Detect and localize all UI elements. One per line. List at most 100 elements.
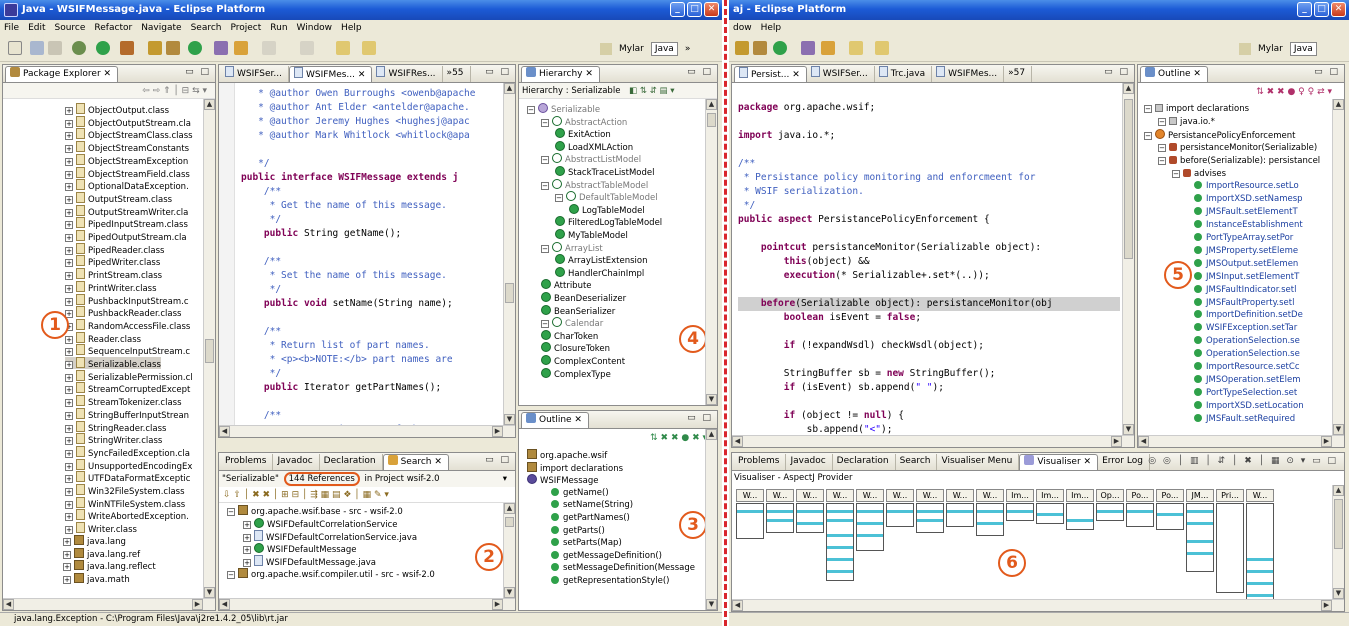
tab-visualiser-menu[interactable]: Visualiser Menu [937,454,1020,470]
open-perspective-icon[interactable] [1239,43,1251,55]
expand-icon[interactable]: + [243,545,251,554]
scroll-up-icon[interactable]: ▲ [204,99,215,110]
scroll-down-icon[interactable]: ▼ [1123,424,1134,435]
right-editor-hscroll[interactable]: ◀ ▶ [732,435,1134,447]
outline-item[interactable]: JMSOutput.setElemen [1194,258,1298,270]
close-icon[interactable]: ✕ [431,457,442,467]
new-icon[interactable] [8,41,22,55]
visualiser-column-label[interactable]: W... [976,489,1004,502]
minimize-icon[interactable]: _ [670,2,685,17]
back-icon[interactable] [336,41,350,55]
visualiser-vscroll[interactable]: ▲ ▼ [1332,485,1344,599]
scroll-left-icon[interactable]: ◀ [3,599,14,610]
menu-item-navigate[interactable]: Navigate [141,20,181,36]
expand-icon[interactable]: + [65,462,73,471]
search-vscroll[interactable]: ▲ ▼ [503,503,515,598]
visualiser-column-label[interactable]: W... [856,489,884,502]
more-perspectives-icon[interactable]: » [682,43,694,55]
expand-icon[interactable]: + [65,399,73,408]
scroll-down-icon[interactable]: ▼ [1333,588,1344,599]
outline-item[interactable]: getName() [551,487,609,499]
tab-javadoc[interactable]: Javadoc [273,454,320,470]
expand-icon[interactable]: − [227,571,235,579]
external-tools-icon[interactable] [120,41,134,55]
visualiser-column-bar[interactable] [1216,503,1244,593]
close-icon[interactable]: ✕ [1331,2,1346,17]
outline-item[interactable]: OperationSelection.se [1194,335,1300,347]
menu-item-run[interactable]: Run [270,20,287,36]
outline-item[interactable]: OperationSelection.se [1194,348,1300,360]
prev-annotation-icon[interactable] [300,41,314,55]
maximize-icon[interactable]: □ [687,2,702,17]
hierarchy-item[interactable]: ComplexContent [541,355,625,367]
expand-icon[interactable]: + [63,575,71,584]
outline-item[interactable]: JMSProperty.setEleme [1194,245,1298,257]
outline-item[interactable]: − before(Serializable): persistancel [1158,155,1320,167]
left-editor-hscroll[interactable]: ◀ ▶ [219,425,515,437]
outline-item[interactable]: PortTypeArray.setPor [1194,232,1293,244]
collapse-icon[interactable]: − [1158,117,1166,126]
tab-package-explorer[interactable]: Package Explorer ✕ [5,66,119,82]
hierarchy-item[interactable]: − AbstractListModel [541,153,641,165]
visualiser-column-bar[interactable] [1126,503,1154,527]
collapse-icon[interactable]: − [1144,105,1152,113]
left-editor-vscroll[interactable]: ▲ ▼ [503,83,515,425]
visualiser-column-bar[interactable] [1246,503,1274,611]
outline-item[interactable]: ImportResource.setCc [1194,361,1300,373]
menu-item-help[interactable]: Help [761,20,782,36]
visualiser-column-bar[interactable] [1156,503,1184,530]
expand-icon[interactable]: + [65,411,73,420]
editor-tab[interactable]: WSIFSer... [221,66,289,82]
expand-icon[interactable]: + [65,259,73,268]
scroll-down-icon[interactable]: ▼ [706,599,717,610]
minimize-icon[interactable]: _ [1297,2,1312,17]
package-explorer-item[interactable]: + StreamTokenizer.class [65,395,182,408]
scroll-thumb[interactable] [1124,99,1133,259]
expand-icon[interactable]: + [65,373,73,382]
package-explorer-item[interactable]: + ObjectStreamConstants [65,141,189,154]
package-explorer-item[interactable]: + OptionalDataException. [65,179,189,192]
expand-icon[interactable]: + [65,246,73,255]
scroll-down-icon[interactable]: ▼ [504,587,515,598]
outline-item[interactable]: − persistanceMonitor(Serializable) [1158,142,1317,154]
outline-item[interactable]: getParts() [551,525,605,537]
expand-icon[interactable]: + [65,513,73,522]
expand-icon[interactable]: + [65,500,73,509]
visualiser-column-bar[interactable] [1066,503,1094,530]
editor-tab[interactable]: Persist... ✕ [734,66,807,82]
scroll-up-icon[interactable]: ▲ [706,99,717,110]
search-result-item[interactable]: + WSIFDefaultMessage [243,542,357,555]
next-annotation-icon[interactable] [262,41,276,55]
expand-icon[interactable]: + [243,520,251,529]
new-class-icon[interactable] [188,41,202,55]
package-explorer-package[interactable]: + java.lang.ref [63,547,140,560]
right-editor-vscroll[interactable]: ▲ ▼ [1122,83,1134,435]
expand-icon[interactable]: + [65,170,73,179]
hierarchy-item[interactable]: − ArrayList [541,241,603,254]
expand-icon[interactable]: + [65,335,73,344]
left-outline-vscroll[interactable]: ▲ ▼ [705,429,717,610]
expand-icon[interactable]: + [243,559,251,568]
editor-tab[interactable]: WSIFMes... ✕ [289,66,373,82]
expand-icon[interactable]: + [65,361,73,369]
search-result-item[interactable]: + WSIFDefaultMessage.java [243,555,376,568]
editor-min-max-icon[interactable]: ▭ □ [485,67,511,77]
menu-item-project[interactable]: Project [230,20,261,36]
scroll-thumb[interactable] [1334,499,1343,549]
new-class-icon[interactable] [773,41,787,55]
visualiser-column-bar[interactable] [1096,503,1124,521]
collapse-icon[interactable]: − [527,106,535,114]
package-explorer-package[interactable]: + java.lang [63,534,126,547]
package-explorer-item[interactable]: + PushbackReader.class [65,306,181,319]
tab-problems[interactable]: Problems [221,454,274,470]
more-tabs-indicator[interactable]: »57 [1004,66,1033,82]
close-icon[interactable]: ✕ [1081,457,1092,467]
package-explorer-vscroll[interactable]: ▲ ▼ [203,99,215,598]
expand-icon[interactable]: + [65,449,73,458]
search-hscroll[interactable]: ◀ ▶ [219,598,515,610]
scroll-up-icon[interactable]: ▲ [1123,83,1134,94]
outline-item[interactable]: − import declarations [1144,103,1249,115]
visualiser-column-label[interactable]: W... [1246,489,1274,502]
outline-item[interactable]: getMessageDefinition() [551,550,662,562]
hierarchy-item[interactable]: MyTableModel [555,229,628,241]
